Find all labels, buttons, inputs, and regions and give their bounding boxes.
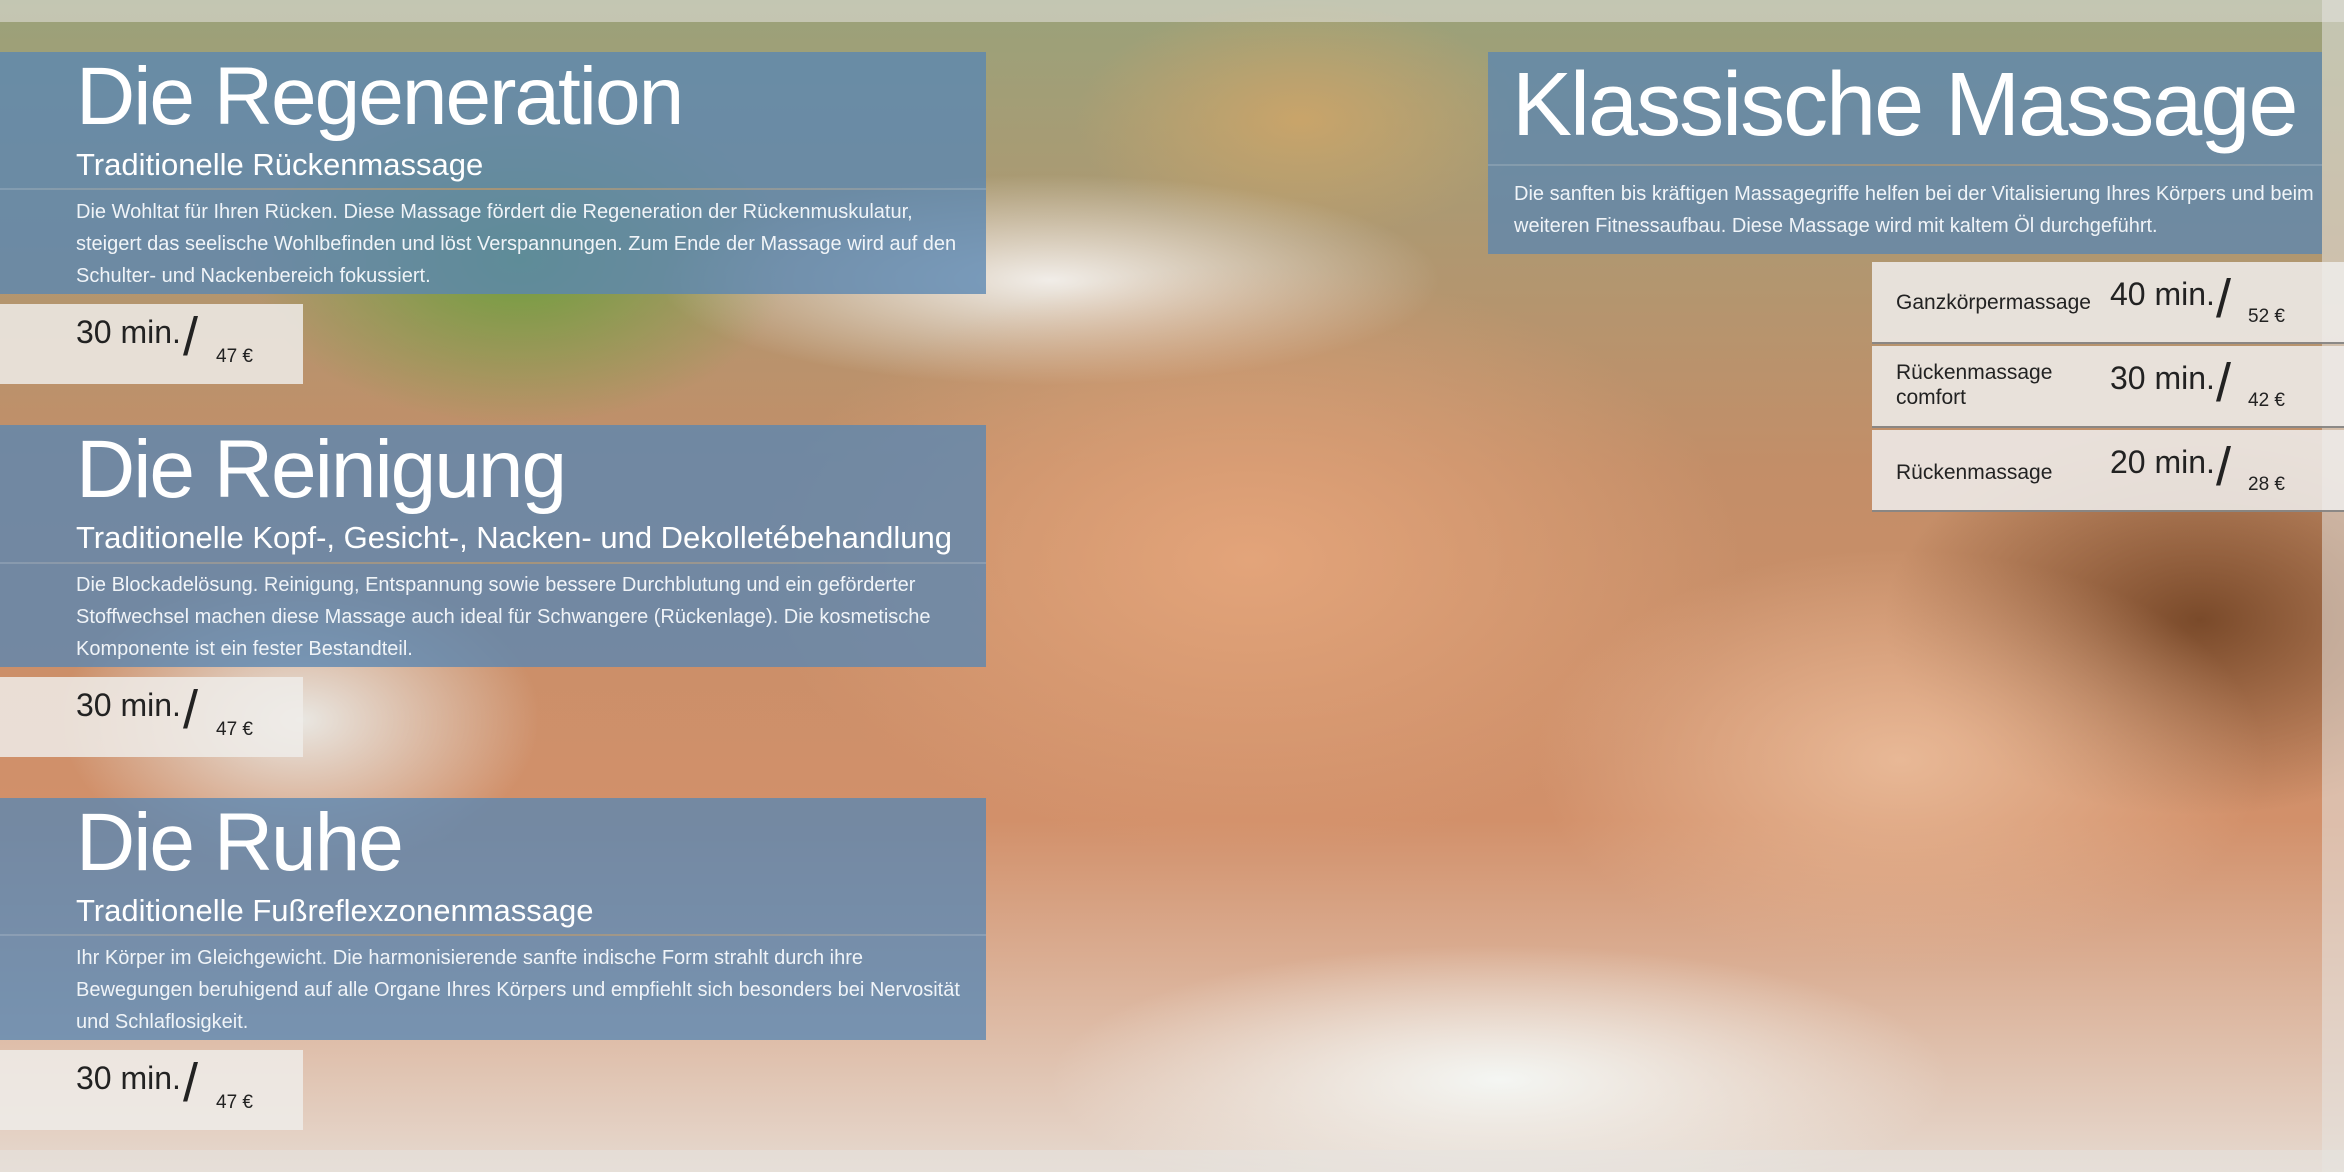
price-box-ruhe: 30 min. / 47 € [0, 1050, 303, 1130]
section-title: Die Reinigung [76, 424, 567, 515]
price-box-regeneration: 30 min. / 47 € [0, 304, 303, 384]
section-title: Klassische Massage [1512, 55, 2298, 155]
duration: 30 min. [76, 687, 181, 723]
treatment-name: Ganzkörpermassage [1896, 291, 2091, 314]
price-box-reinigung: 30 min. / 47 € [0, 677, 303, 757]
divider [0, 934, 986, 936]
section-description: Die Blockadelösung. Reinigung, Entspannu… [76, 574, 931, 660]
section-subtitle: Traditionelle Kopf-, Gesicht-, Nacken- u… [76, 520, 952, 555]
section-description: Ihr Körper im Gleichgewicht. Die harmoni… [76, 947, 960, 1033]
price: 42 € [2248, 390, 2285, 411]
section-description: Die Wohltat für Ihren Rücken. Diese Mass… [76, 201, 957, 287]
slash-separator: / [2216, 437, 2232, 497]
slash-separator: / [183, 1053, 199, 1113]
section-subtitle: Traditionelle Fußreflexzonenmassage [76, 893, 594, 928]
section-title: Die Regeneration [76, 51, 684, 142]
section-title: Die Ruhe [76, 797, 404, 888]
treatment-name: Rückenmassage [1896, 461, 2053, 484]
frame-bottom [0, 1150, 2344, 1172]
price: 47 € [216, 1092, 253, 1113]
section-regeneration: Die Regeneration Traditionelle Rückenmas… [0, 52, 986, 294]
price: 52 € [2248, 306, 2285, 327]
slash-separator: / [183, 307, 199, 367]
divider [1488, 164, 2322, 166]
section-description: Die sanften bis kräftigen Massagegriffe … [1514, 183, 2314, 237]
duration: 30 min. [76, 1060, 181, 1096]
duration: 30 min. [76, 314, 181, 350]
divider [0, 562, 986, 564]
frame-top [0, 0, 2344, 22]
price: 47 € [216, 719, 253, 740]
price: 47 € [216, 346, 253, 367]
price-row: Rückenmassage comfort 30 min. / 42 € [1872, 346, 2344, 428]
section-klassische-massage: Klassische Massage Die sanften bis kräft… [1488, 52, 2322, 254]
frame-right [2322, 0, 2344, 1172]
duration: 30 min. [2110, 360, 2215, 396]
divider [0, 188, 986, 190]
section-subtitle: Traditionelle Rückenmassage [76, 147, 484, 182]
section-reinigung: Die Reinigung Traditionelle Kopf-, Gesic… [0, 425, 986, 667]
slash-separator: / [2216, 269, 2232, 329]
price-row: Rückenmassage 20 min. / 28 € [1872, 430, 2344, 512]
duration: 40 min. [2110, 276, 2215, 312]
price: 28 € [2248, 474, 2285, 495]
treatment-name: Rückenmassage comfort [1896, 361, 2053, 409]
section-ruhe: Die Ruhe Traditionelle Fußreflexzonenmas… [0, 798, 986, 1040]
slash-separator: / [183, 680, 199, 740]
duration: 20 min. [2110, 444, 2215, 480]
price-row: Ganzkörpermassage 40 min. / 52 € [1872, 262, 2344, 344]
slash-separator: / [2216, 353, 2232, 413]
